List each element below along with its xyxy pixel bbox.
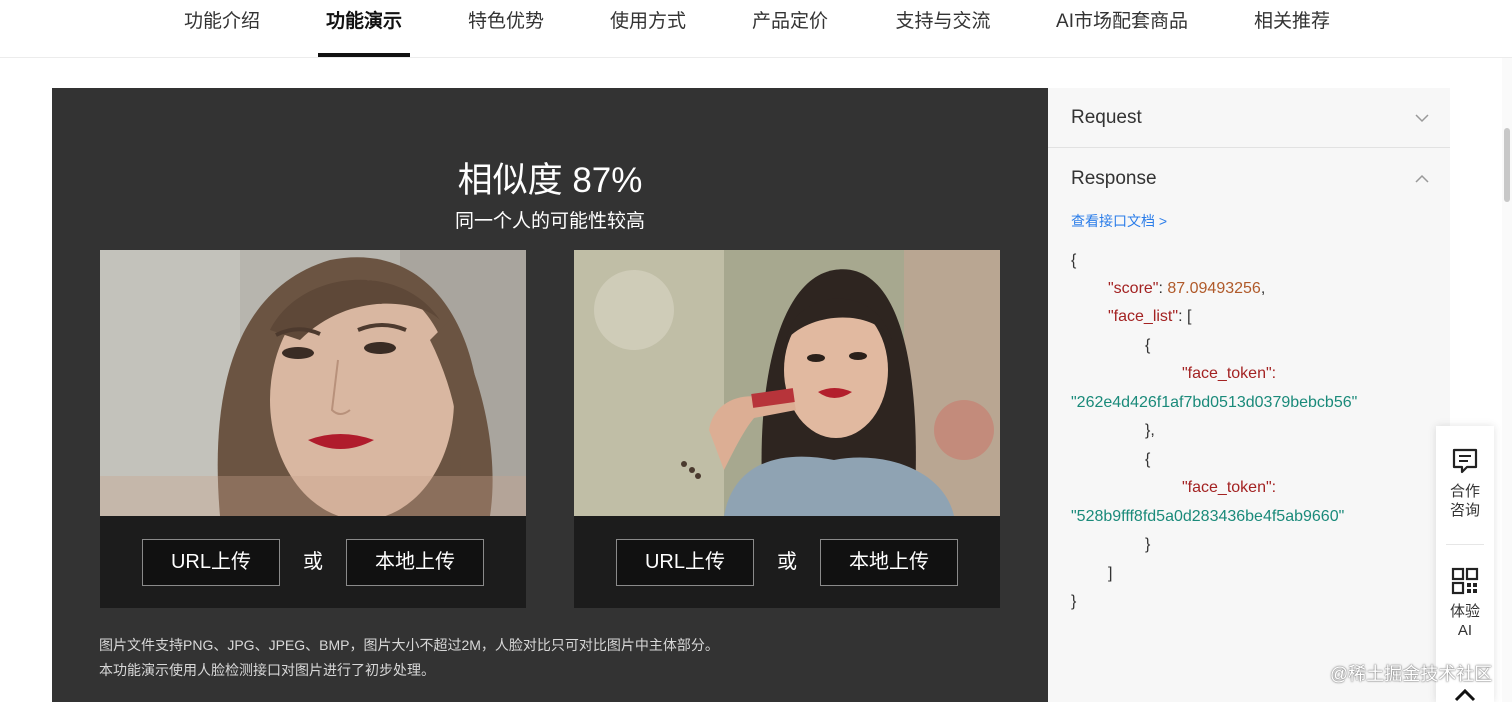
top-nav: 功能介绍 功能演示 特色优势 使用方式 产品定价 支持与交流 AI市场配套商品 … <box>0 0 1512 58</box>
watermark: @稀土掘金技术社区 <box>1330 664 1493 684</box>
qr-code-icon <box>1451 567 1479 595</box>
chat-icon <box>1452 448 1478 474</box>
consult-label-line1: 合作 <box>1449 483 1480 500</box>
api-panel: Request Response 查看接口文档 > { "score": 87.… <box>1048 88 1450 702</box>
url-upload-button-left[interactable]: URL上传 <box>142 539 280 586</box>
tab-advantages[interactable]: 特色优势 <box>460 0 552 58</box>
json-face-token-key: "face_token": <box>1182 479 1277 496</box>
sidebar-divider <box>1446 544 1484 545</box>
json-object-close: } <box>1145 536 1151 553</box>
try-ai-label-line2: AI <box>1457 622 1473 639</box>
face-photo-right <box>574 250 1000 516</box>
json-face-token-value: "262e4d426f1af7bd0513d0379bebcb56" <box>1071 394 1358 411</box>
json-list-close: ] <box>1108 565 1113 582</box>
local-upload-button-right[interactable]: 本地上传 <box>820 539 958 586</box>
chevron-up-icon <box>1415 174 1429 183</box>
api-doc-link[interactable]: 查看接口文档 > <box>1071 211 1167 231</box>
json-score-value: 87.09493256 <box>1167 280 1261 297</box>
local-upload-button-left[interactable]: 本地上传 <box>346 539 484 586</box>
json-face-list-line: "face_list": [ <box>1108 308 1192 325</box>
tab-feature-demo[interactable]: 功能演示 <box>318 0 410 58</box>
response-accordion[interactable]: Response <box>1048 149 1450 209</box>
similarity-score: 相似度 87% <box>457 161 643 200</box>
page-scrollbar[interactable] <box>1502 58 1512 702</box>
back-to-top-icon[interactable] <box>1453 688 1477 702</box>
or-label-left: 或 <box>303 551 323 573</box>
json-object-close: }, <box>1145 422 1155 439</box>
request-accordion[interactable]: Request <box>1048 88 1450 148</box>
json-score-line: "score": 87.09493256, <box>1108 280 1266 297</box>
tab-ai-market[interactable]: AI市场配套商品 <box>1050 0 1194 58</box>
upload-row-left: URL上传 或 本地上传 <box>100 516 526 608</box>
json-object-open: { <box>1145 451 1151 468</box>
chevron-down-icon <box>1415 114 1429 123</box>
try-ai-button[interactable]: 体验 AI <box>1436 566 1494 640</box>
tab-related[interactable]: 相关推荐 <box>1246 0 1338 58</box>
demo-area: 相似度 87% 同一个人的可能性较高 URL上传 或 本地上传 URL上传 或 … <box>52 88 1048 702</box>
json-face-token-value: "528b9fff8fd5a0d283436be4f5ab9660" <box>1071 508 1345 525</box>
json-close-brace: } <box>1071 593 1077 610</box>
json-object-open: { <box>1145 337 1151 354</box>
url-upload-button-right[interactable]: URL上传 <box>616 539 754 586</box>
tab-pricing[interactable]: 产品定价 <box>744 0 836 58</box>
format-note: 图片文件支持PNG、JPG、JPEG、BMP，图片大小不超过2M，人脸对比只可对… <box>99 637 719 653</box>
tab-support[interactable]: 支持与交流 <box>886 0 1000 58</box>
scrollbar-thumb[interactable] <box>1504 128 1510 202</box>
request-label: Request <box>1071 107 1142 128</box>
tab-feature-intro[interactable]: 功能介绍 <box>176 0 268 58</box>
response-label: Response <box>1071 168 1157 189</box>
json-open-brace: { <box>1071 252 1077 269</box>
or-label-right: 或 <box>777 551 797 573</box>
consult-label-line2: 咨询 <box>1449 502 1480 519</box>
processing-note: 本功能演示使用人脸检测接口对图片进行了初步处理。 <box>99 662 435 678</box>
tab-usage[interactable]: 使用方式 <box>602 0 694 58</box>
image-card-left: URL上传 或 本地上传 <box>100 250 526 608</box>
json-face-token-key: "face_token": <box>1182 365 1277 382</box>
try-ai-label-line1: 体验 <box>1449 603 1480 620</box>
face-photo-left <box>100 250 526 516</box>
image-card-right: URL上传 或 本地上传 <box>574 250 1000 608</box>
similarity-verdict: 同一个人的可能性较高 <box>454 211 645 232</box>
upload-row-right: URL上传 或 本地上传 <box>574 516 1000 608</box>
consult-button[interactable]: 合作 咨询 <box>1436 446 1494 520</box>
